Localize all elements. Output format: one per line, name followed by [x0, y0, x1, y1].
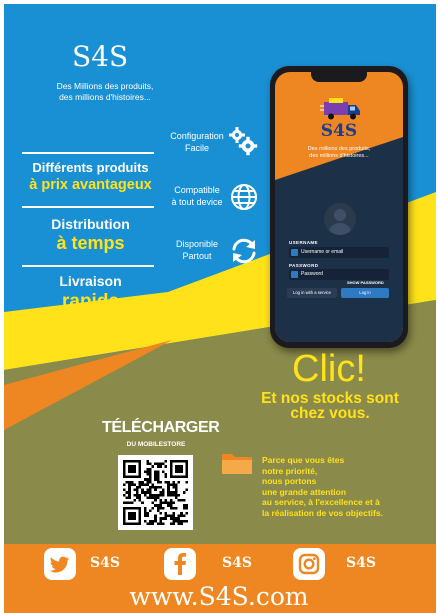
tagline-line-2: des millions d'histoires...: [59, 92, 151, 102]
username-input[interactable]: Username or email: [289, 247, 389, 258]
avatar-icon: [324, 203, 356, 235]
app-brand: S4S: [320, 121, 358, 141]
brand-logo-text: S4S: [72, 40, 129, 73]
service-config-line-2: Facile: [184, 143, 209, 153]
facebook-label[interactable]: S4S: [222, 555, 252, 571]
phone-mockup: S4S Des millions des produits, des milli…: [270, 66, 408, 348]
service-dispo-line-2: Partout: [182, 251, 212, 261]
promise-text: Parce que vous êtes notre priorité, nous…: [262, 455, 432, 518]
promise-line: notre priorité,: [262, 465, 318, 476]
download-subtitle: DU MOBILESTORE: [126, 441, 186, 448]
app-tagline-line-1: Des millions des produits,: [307, 146, 371, 152]
service-dispo-label: Disponible Partout: [160, 238, 234, 262]
brand-tagline: Des Millions des produits, des millions …: [30, 81, 180, 103]
feature-2-title: Distribution: [51, 216, 130, 232]
feature-3-highlight: rapide: [61, 291, 120, 312]
promise-line: nous portons: [262, 476, 317, 486]
globe-icon: [231, 184, 257, 210]
promise-line: la réalisation de vos objectifs.: [262, 507, 383, 518]
password-input[interactable]: Password: [289, 269, 389, 280]
avatar-head: [334, 209, 346, 221]
sync-icon: [232, 238, 256, 264]
app-tagline: Des millions des produits, des millions …: [289, 146, 389, 160]
poster: S4S Des Millions des produits, des milli…: [0, 0, 438, 613]
phone-screen: S4S Des millions des produits, des milli…: [275, 72, 403, 342]
divider-line: [22, 206, 154, 208]
clic-subtitle-line-2: chez vous.: [290, 405, 370, 422]
service-compat-label: Compatible à tout device: [160, 184, 234, 208]
user-icon: [291, 249, 298, 256]
qr-code[interactable]: [118, 455, 193, 530]
service-login-button[interactable]: Log in with a service: [287, 288, 337, 298]
phone-notch: [311, 72, 367, 82]
feature-3-title: Livraison: [59, 273, 122, 289]
service-compat-line-2: à tout device: [171, 197, 223, 207]
password-label: PASSWORD: [289, 263, 319, 268]
service-dispo-line-1: Disponible: [175, 239, 219, 249]
qr-code-pattern: [123, 460, 188, 525]
divider-line: [22, 265, 154, 267]
promise-line: Parce que vous êtes: [262, 455, 345, 465]
clic-subtitle: Et nos stocks sont chez vous.: [245, 390, 415, 422]
avatar-body: [329, 223, 351, 235]
facebook-icon[interactable]: [164, 548, 196, 580]
promise-line: au service, à l'excellence et à: [262, 497, 380, 507]
promise-line: une grande attention: [262, 486, 347, 497]
instagram-label[interactable]: S4S: [346, 555, 376, 571]
twitter-label[interactable]: S4S: [90, 555, 120, 571]
login-button[interactable]: Log in: [341, 288, 389, 298]
clic-headline: Clic!: [292, 348, 366, 390]
website-link[interactable]: www.S4S.com: [0, 582, 438, 611]
feature-1-title: Différents produits: [32, 160, 149, 175]
show-password-toggle[interactable]: SHOW PASSWORD: [347, 280, 384, 285]
folder-icon: [222, 454, 252, 474]
divider-line: [22, 152, 154, 154]
app-tagline-line-2: des millions d'histoires...: [309, 153, 369, 159]
service-config-line-1: Configuration: [170, 131, 224, 141]
feature-1-highlight: à prix avantageux: [29, 177, 152, 193]
service-config-label: Configuration Facile: [160, 130, 234, 154]
lock-icon: [291, 271, 298, 278]
tagline-line-1: Des Millions des produits,: [56, 81, 154, 91]
instagram-icon[interactable]: [293, 548, 325, 580]
gears-icon: [229, 127, 258, 156]
password-placeholder: Password: [301, 271, 323, 277]
twitter-icon[interactable]: [44, 548, 76, 580]
clic-subtitle-line-1: Et nos stocks sont: [261, 390, 399, 407]
truck-icon: [320, 98, 360, 120]
username-placeholder: Username or email: [301, 249, 344, 255]
service-compat-line-1: Compatible: [174, 185, 220, 195]
download-title: TÉLÉCHARGER: [102, 419, 220, 436]
username-label: USERNAME: [289, 240, 318, 245]
feature-2-highlight: à temps: [56, 233, 125, 253]
